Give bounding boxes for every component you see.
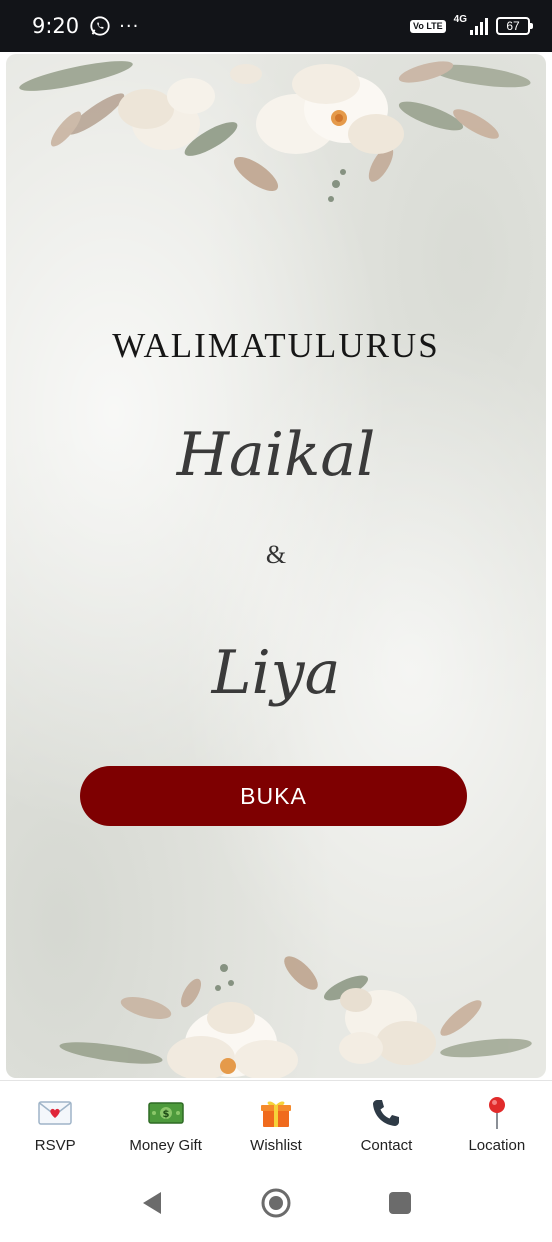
phone-icon (368, 1095, 404, 1131)
status-time: 9:20 (32, 14, 80, 38)
battery-icon: 67 (496, 17, 533, 35)
volte-icon: Vo LTE (409, 19, 446, 33)
back-icon[interactable] (134, 1185, 170, 1221)
pin-icon (479, 1095, 515, 1131)
home-icon[interactable] (258, 1185, 294, 1221)
nav-label-location: Location (468, 1137, 526, 1154)
nav-label-wishlist: Wishlist (250, 1137, 302, 1154)
open-invitation-button[interactable]: BUKA (80, 766, 467, 826)
gift-icon (258, 1095, 294, 1131)
nav-item-rsvp[interactable]: RSVP (0, 1081, 110, 1164)
status-indicators: Vo LTE 4G 67 (409, 14, 533, 35)
floral-top-decoration (19, 61, 531, 202)
nav-label-money-gift: Money Gift (129, 1137, 202, 1154)
nav-item-contact[interactable]: Contact (331, 1081, 441, 1164)
ampersand: & (265, 540, 287, 569)
network-type: 4G (453, 13, 467, 25)
love-letter-icon (37, 1095, 73, 1131)
recents-icon[interactable] (382, 1185, 418, 1221)
nav-item-money-gift[interactable]: $ Money Gift (110, 1081, 220, 1164)
bride-name: Liya (211, 638, 341, 708)
bottom-navigation: RSVP $ Money Gift Wishlist Contact Locat… (0, 1080, 552, 1164)
signal-icon: 4G (454, 14, 488, 35)
nav-label-contact: Contact (360, 1137, 413, 1154)
invitation-card: WALIMATULURUS Haikal & Liya BUKA (6, 54, 546, 1078)
invitation-title: WALIMATULURUS (112, 326, 440, 365)
svg-text:$: $ (162, 1109, 169, 1120)
whatsapp-icon (90, 16, 110, 36)
status-bar: 9:20 ··· Vo LTE 4G 67 (0, 0, 552, 52)
groom-name: Haikal (176, 420, 376, 490)
system-navigation-bar (0, 1164, 552, 1242)
battery-level: 67 (506, 19, 520, 33)
nav-item-location[interactable]: Location (442, 1081, 552, 1164)
nav-item-wishlist[interactable]: Wishlist (221, 1081, 331, 1164)
more-notifications-icon: ··· (119, 15, 140, 37)
money-icon: $ (147, 1095, 184, 1131)
nav-label-rsvp: RSVP (34, 1137, 76, 1154)
floral-bottom-decoration (59, 956, 532, 1078)
